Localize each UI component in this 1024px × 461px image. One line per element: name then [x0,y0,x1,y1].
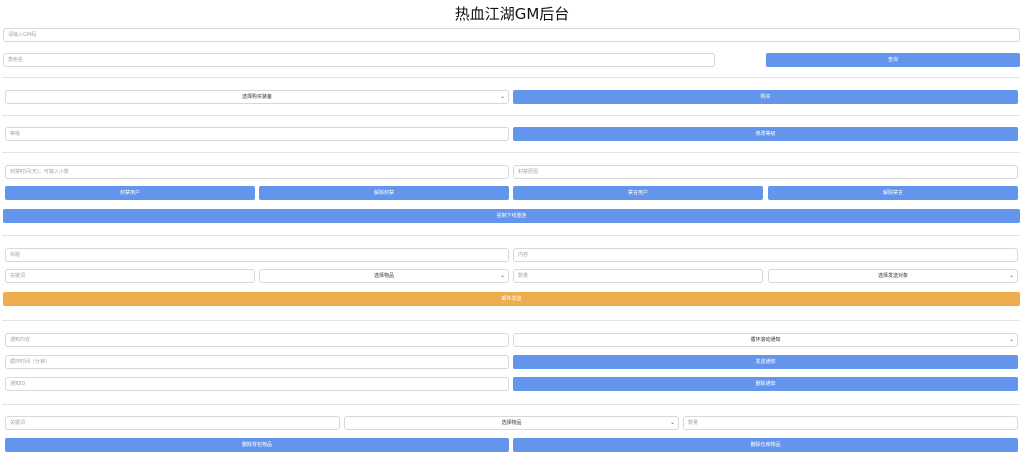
equipment-select[interactable]: 选择购买装备 ⌄ [5,90,509,104]
divider [2,404,1020,405]
mail-title-input[interactable] [5,248,509,262]
notice-id-input[interactable] [5,377,509,391]
mail-quantity-input[interactable] [513,269,763,283]
divider [2,77,1020,78]
force-offline-button[interactable]: 强制下线重连 [3,209,1020,223]
equipment-select-value: 选择购买装备 [241,94,272,100]
ban-user-button[interactable]: 封禁用户 [5,186,255,200]
mail-send-button[interactable]: 邮件发送 [3,292,1020,306]
delete-notice-button[interactable]: 删除通知 [513,377,1018,391]
mail-item-select-value: 选择物品 [373,273,394,279]
mail-item-select[interactable]: 选择物品 ⌄ [259,269,509,283]
buy-button[interactable]: 购买 [513,90,1018,104]
unmute-button[interactable]: 解除禁言 [768,186,1018,200]
item-select-value: 选择物品 [501,420,522,426]
modify-level-button[interactable]: 修改等级 [513,127,1018,141]
gm-code-input[interactable] [3,28,1020,42]
mail-target-select[interactable]: 选择发送对象 ⌄ [768,269,1018,283]
ban-reason-input[interactable] [513,165,1018,179]
item-select[interactable]: 选择物品 ⌄ [344,416,679,430]
chevron-down-icon: ⌄ [669,419,675,426]
mute-user-button[interactable]: 禁言用户 [513,186,763,200]
delete-warehouse-items-button[interactable]: 删除仓库物品 [513,438,1018,452]
chevron-down-icon: ⌄ [1008,336,1014,343]
divider [2,115,1020,116]
divider [2,152,1020,153]
send-notice-button[interactable]: 发送通知 [513,355,1018,369]
chevron-down-icon: ⌄ [1008,272,1014,279]
notice-interval-input[interactable] [5,355,509,369]
item-keyword-input[interactable] [5,416,340,430]
mail-keyword-input[interactable] [5,269,255,283]
chevron-down-icon: ⌄ [499,93,505,100]
divider [2,320,1020,321]
role-name-input[interactable] [3,53,715,67]
level-input[interactable] [5,127,509,141]
ban-duration-input[interactable] [5,165,509,179]
query-button[interactable]: 查询 [766,53,1020,67]
mail-target-select-value: 选择发送对象 [877,273,908,279]
notice-type-select[interactable]: 循环滚动通知 ⌄ [513,333,1018,347]
divider [2,235,1020,236]
notice-content-input[interactable] [5,333,509,347]
item-quantity-input[interactable] [683,416,1018,430]
page-title: 热血江湖GM后台 [454,5,570,23]
chevron-down-icon: ⌄ [499,272,505,279]
mail-content-input[interactable] [513,248,1018,262]
notice-type-select-value: 循环滚动通知 [750,337,781,343]
unban-button[interactable]: 解除封禁 [259,186,509,200]
delete-bag-items-button[interactable]: 删除背包物品 [5,438,509,452]
